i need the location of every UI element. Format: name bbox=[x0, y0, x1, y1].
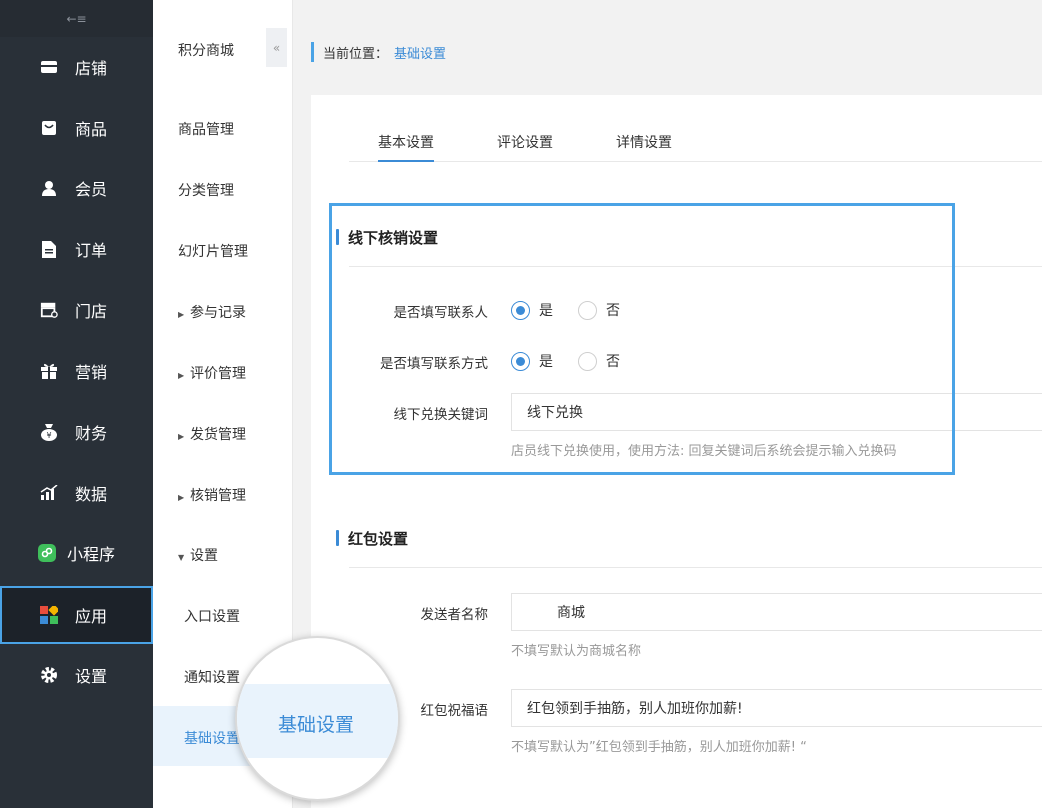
nav-label: 数据 bbox=[75, 485, 108, 504]
nav-label: 订单 bbox=[75, 241, 108, 260]
keyword-input[interactable]: 线下兑换 bbox=[511, 393, 1042, 431]
gift-icon bbox=[40, 362, 58, 380]
apps-icon bbox=[40, 606, 58, 624]
contact-person-yes-radio[interactable]: 是 bbox=[511, 300, 553, 320]
keyword-hint: 店员线下兑换使用，使用方法: 回复关键词后系统会提示输入兑换码 bbox=[511, 444, 897, 459]
nav-item-shop[interactable]: 门店 bbox=[0, 282, 153, 338]
submenu-item-slides-manage[interactable]: 幻灯片管理 bbox=[178, 241, 248, 261]
submenu-item-entry-settings[interactable]: 入口设置 bbox=[184, 606, 240, 626]
store-icon bbox=[40, 58, 58, 76]
collapse-menu-button[interactable]: « bbox=[266, 28, 287, 67]
nav-label: 门店 bbox=[75, 302, 108, 321]
submenu-item-notify-settings[interactable]: 通知设置 bbox=[184, 667, 240, 687]
nav-item-order[interactable]: 订单 bbox=[0, 221, 153, 277]
miniprogram-icon bbox=[38, 544, 56, 562]
contact-method-yes-radio[interactable]: 是 bbox=[511, 351, 553, 371]
submenu-title: 积分商城 bbox=[178, 43, 234, 59]
nav-label: 店铺 bbox=[75, 59, 108, 78]
caret-right-icon: ▶ bbox=[178, 371, 185, 380]
nav-item-apps[interactable]: 应用 bbox=[0, 586, 153, 644]
gear-icon bbox=[40, 666, 58, 684]
nav-label: 财务 bbox=[75, 424, 108, 443]
nav-item-marketing[interactable]: 营销 bbox=[0, 343, 153, 399]
radio-unchecked-icon bbox=[578, 351, 597, 371]
nav-item-settings[interactable]: 设置 bbox=[0, 647, 153, 703]
caret-right-icon: ▶ bbox=[178, 493, 185, 502]
main-sidebar: ←≡ 店铺 商品 会员 订单 门店 营销 ¥ 财务 数据 小程序 应用 设置 bbox=[0, 0, 153, 808]
goods-icon bbox=[40, 119, 58, 137]
nav-label: 设置 bbox=[75, 667, 108, 686]
divider bbox=[349, 567, 1042, 568]
svg-text:¥: ¥ bbox=[46, 431, 51, 440]
submenu-item-participation-records[interactable]: ▶ 参与记录 bbox=[178, 302, 246, 322]
keyword-label: 线下兑换关键词 bbox=[393, 407, 489, 423]
finance-icon: ¥ bbox=[40, 423, 58, 441]
shop-icon bbox=[40, 301, 58, 319]
caret-right-icon: ▶ bbox=[178, 432, 185, 441]
nav-label: 商品 bbox=[75, 120, 108, 139]
tab-comment-settings[interactable]: 评论设置 bbox=[497, 132, 553, 152]
contact-method-label: 是否填写联系方式 bbox=[380, 356, 488, 372]
submenu-item-category-manage[interactable]: 分类管理 bbox=[178, 180, 234, 200]
nav-item-member[interactable]: 会员 bbox=[0, 160, 153, 216]
offline-section-title: 线下核销设置 bbox=[336, 227, 438, 248]
nav-item-data[interactable]: 数据 bbox=[0, 465, 153, 521]
double-chevron-left-icon: « bbox=[272, 40, 281, 55]
divider bbox=[349, 266, 1042, 267]
sender-name-hint: 不填写默认为商城名称 bbox=[511, 644, 642, 659]
contact-person-no-radio[interactable]: 否 bbox=[578, 300, 620, 320]
radio-checked-icon bbox=[511, 351, 530, 371]
order-icon bbox=[40, 240, 58, 258]
member-icon bbox=[40, 179, 58, 197]
settings-panel: 基本设置 评论设置 详情设置 线下核销设置 是否填写联系人 是 否 是否填写联系… bbox=[311, 95, 1042, 808]
contact-method-no-radio[interactable]: 否 bbox=[578, 351, 620, 371]
submenu-item-shipping-manage[interactable]: ▶ 发货管理 bbox=[178, 424, 246, 444]
nav-label: 小程序 bbox=[67, 545, 116, 564]
radio-checked-icon bbox=[511, 300, 530, 320]
wish-input[interactable]: 红包领到手抽筋，别人加班你加薪! bbox=[511, 689, 1042, 727]
nav-label: 应用 bbox=[75, 607, 108, 626]
menu-collapse-icon: ←≡ bbox=[66, 11, 87, 26]
wish-hint: 不填写默认为”红包领到手抽筋，别人加班你加薪! “ bbox=[511, 740, 807, 755]
caret-down-icon: ▼ bbox=[178, 553, 185, 562]
breadcrumb: 当前位置： 基础设置 bbox=[311, 42, 446, 62]
tab-detail-settings[interactable]: 详情设置 bbox=[616, 132, 672, 152]
data-icon bbox=[40, 484, 58, 502]
submenu-item-goods-manage[interactable]: 商品管理 bbox=[178, 119, 234, 139]
nav-item-miniprogram[interactable]: 小程序 bbox=[0, 525, 153, 581]
radio-unchecked-icon bbox=[578, 300, 597, 320]
sender-name-label: 发送者名称 bbox=[420, 607, 489, 623]
nav-item-store[interactable]: 店铺 bbox=[0, 39, 153, 95]
nav-item-finance[interactable]: ¥ 财务 bbox=[0, 404, 153, 460]
caret-right-icon: ▶ bbox=[178, 310, 185, 319]
contact-person-label: 是否填写联系人 bbox=[393, 305, 489, 321]
sender-name-input[interactable]: 商城 bbox=[511, 593, 1042, 631]
submenu-item-review-manage[interactable]: ▶ 评价管理 bbox=[178, 363, 246, 383]
nav-label: 会员 bbox=[75, 180, 108, 199]
submenu-item-settings[interactable]: ▼ 设置 bbox=[178, 545, 218, 565]
redpacket-section-title: 红包设置 bbox=[336, 528, 408, 549]
nav-item-goods[interactable]: 商品 bbox=[0, 100, 153, 156]
main-content: 当前位置： 基础设置 基本设置 评论设置 详情设置 线下核销设置 是否填写联系人… bbox=[293, 0, 1042, 808]
submenu-item-basic-settings-label: 基础设置 bbox=[184, 731, 240, 747]
breadcrumb-prefix: 当前位置： bbox=[323, 46, 389, 62]
nav-label: 营销 bbox=[75, 363, 108, 382]
magnifier-callout: 基础设置 bbox=[235, 636, 400, 801]
tab-basic-settings[interactable]: 基本设置 bbox=[378, 132, 434, 162]
breadcrumb-current[interactable]: 基础设置 bbox=[394, 43, 446, 62]
magnifier-label: 基础设置 bbox=[278, 714, 355, 736]
submenu-item-verification-manage[interactable]: ▶ 核销管理 bbox=[178, 485, 246, 505]
tab-bar: 基本设置 评论设置 详情设置 bbox=[349, 124, 1042, 162]
sidebar-toggle-button[interactable]: ←≡ bbox=[0, 0, 153, 37]
